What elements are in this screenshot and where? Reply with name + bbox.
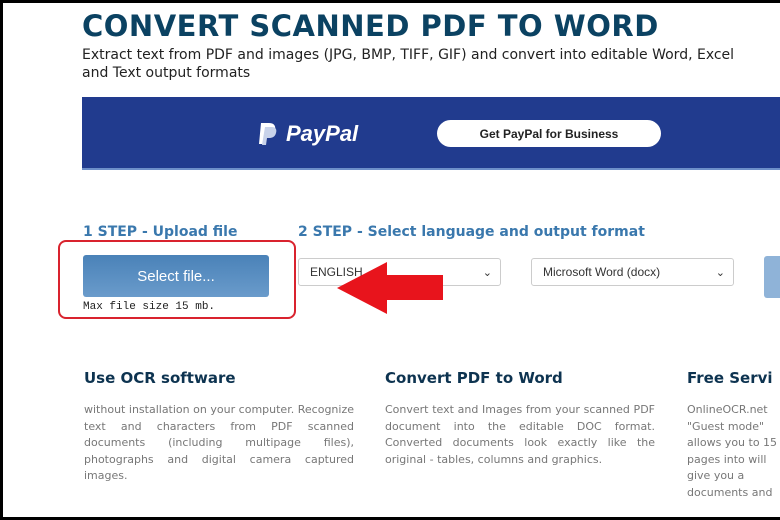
paypal-wordmark: PayPal: [286, 121, 359, 146]
select-file-button[interactable]: Select file...: [83, 255, 269, 297]
format-value: Microsoft Word (docx): [543, 265, 661, 279]
step1-heading: 1 STEP - Upload file: [83, 224, 238, 240]
red-arrow-icon: [337, 262, 443, 314]
column-text: Convert text and Images from your scanne…: [385, 403, 655, 466]
paypal-p-icon: [259, 123, 277, 145]
chevron-down-icon: ⌄: [482, 266, 492, 279]
paypal-banner[interactable]: PayPal Get PayPal for Business: [82, 97, 780, 170]
chevron-down-icon: ⌄: [715, 266, 725, 279]
page-title: CONVERT SCANNED PDF TO WORD: [82, 9, 659, 43]
column-text: without installation on your computer. R…: [84, 403, 354, 482]
page: CONVERT SCANNED PDF TO WORD Extract text…: [3, 3, 780, 517]
column-heading: Convert PDF to Word: [385, 369, 563, 387]
step2-heading: 2 STEP - Select language and output form…: [298, 224, 645, 240]
max-file-size-note: Max file size 15 mb.: [83, 301, 216, 313]
page-subtitle: Extract text from PDF and images (JPG, B…: [82, 47, 735, 81]
get-paypal-button[interactable]: Get PayPal for Business: [437, 120, 661, 147]
format-select[interactable]: Microsoft Word (docx) ⌄: [531, 258, 734, 286]
paypal-logo: PayPal: [258, 121, 358, 147]
column-heading: Free Servi: [687, 369, 773, 387]
column-heading: Use OCR software: [84, 369, 236, 387]
column-text: OnlineOCR.net "Guest mode" allows you to…: [687, 403, 778, 499]
convert-button[interactable]: [764, 256, 780, 298]
